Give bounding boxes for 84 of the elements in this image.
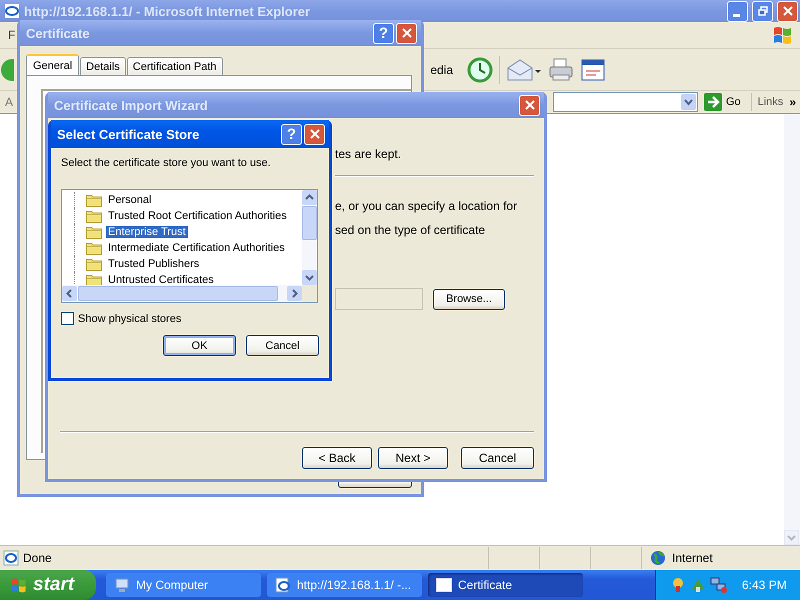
folder-icon xyxy=(86,193,102,207)
zone-label: Internet xyxy=(672,551,713,565)
history-icon[interactable] xyxy=(467,56,493,82)
description-text: tes are kept. xyxy=(335,147,402,161)
folder-icon xyxy=(86,241,102,255)
wizard-button[interactable]: Cancel xyxy=(461,447,534,469)
taskbar-button[interactable]: http://192.168.1.1/ -... xyxy=(267,573,422,597)
windows-logo-icon xyxy=(772,25,794,45)
browser-icon xyxy=(275,577,291,593)
horizontal-scrollbar[interactable] xyxy=(62,285,302,302)
window-title: http://192.168.1.1/ - Microsoft Internet Explorer xyxy=(24,4,310,18)
scrollbar[interactable] xyxy=(784,114,800,545)
window-icon xyxy=(436,578,452,592)
checkbox[interactable] xyxy=(61,312,74,325)
close-button[interactable] xyxy=(304,124,325,144)
dialog-button[interactable]: OK xyxy=(163,335,236,356)
browser-icon xyxy=(4,3,20,19)
close-icon xyxy=(524,100,534,110)
tray-icon[interactable] xyxy=(690,577,706,593)
help-button[interactable]: ? xyxy=(281,124,302,144)
dialog-button[interactable]: Cancel xyxy=(246,335,319,356)
close-icon xyxy=(402,28,412,38)
window-title: Certificate Import Wizard xyxy=(54,98,208,112)
tray-icon[interactable] xyxy=(670,577,686,593)
chevron-button[interactable]: » xyxy=(789,95,796,109)
minimize-icon xyxy=(732,14,740,16)
taskbar-button[interactable]: Certificate xyxy=(428,573,583,597)
wizard-button[interactable]: < Back xyxy=(302,447,372,469)
instruction-text: Select the certificate store you want to use. xyxy=(61,157,272,169)
window-title: Certificate xyxy=(26,26,90,40)
clock: 6:43 PM xyxy=(742,578,787,592)
start-button[interactable]: start xyxy=(0,570,96,600)
tree-item[interactable]: Trusted Publishers xyxy=(106,258,202,270)
status-text: Done xyxy=(23,551,52,565)
folder-icon xyxy=(86,257,102,271)
tree-item[interactable]: Enterprise Trust xyxy=(106,226,188,238)
taskbar-button[interactable]: My Computer xyxy=(106,573,261,597)
back-arrow-icon[interactable] xyxy=(0,58,14,82)
page-icon xyxy=(3,550,19,566)
address-field[interactable] xyxy=(552,92,698,112)
folder-icon xyxy=(86,273,102,285)
tree-item[interactable]: Intermediate Certification Authorities xyxy=(106,242,287,254)
scroll-thumb[interactable] xyxy=(302,206,317,240)
restore-button[interactable] xyxy=(752,0,773,22)
scroll-thumb[interactable] xyxy=(78,286,278,301)
tree-item[interactable]: Personal xyxy=(106,194,154,206)
browse-button[interactable]: Browse... xyxy=(433,288,505,310)
tab[interactable]: Certification Path xyxy=(126,57,223,75)
vertical-scrollbar[interactable] xyxy=(302,190,317,285)
windows-logo-icon xyxy=(10,576,28,594)
option-text: e, or you can specify a location for xyxy=(335,199,518,213)
tree-item[interactable]: Untrusted Certificates xyxy=(106,274,216,285)
toolbar-label[interactable]: edia xyxy=(430,62,453,76)
mail-icon[interactable] xyxy=(506,58,542,82)
network-icon[interactable] xyxy=(710,577,728,593)
close-button[interactable] xyxy=(777,0,798,22)
wizard-button[interactable]: Next > xyxy=(378,447,448,469)
computer-icon xyxy=(114,577,130,593)
tab[interactable]: Details xyxy=(80,57,126,75)
menu-item[interactable]: F xyxy=(8,28,16,42)
option-text: sed on the type of certificate xyxy=(335,223,486,237)
store-field[interactable] xyxy=(335,288,423,310)
scrollbar-corner xyxy=(302,285,317,302)
folder-icon xyxy=(86,225,102,239)
go-button[interactable]: Go xyxy=(704,93,752,111)
checkbox-label: Show physical stores xyxy=(78,312,182,324)
scroll-up-icon[interactable] xyxy=(302,190,317,205)
minimize-button[interactable] xyxy=(727,0,748,22)
close-icon xyxy=(310,129,320,139)
close-icon xyxy=(782,6,792,16)
edit-icon[interactable] xyxy=(580,58,606,82)
scroll-left-icon[interactable] xyxy=(62,286,77,301)
tree-item[interactable]: Trusted Root Certification Authorities xyxy=(106,210,289,222)
tab[interactable]: General xyxy=(26,54,80,75)
address-label: A xyxy=(5,95,14,109)
globe-icon xyxy=(650,550,666,566)
links-label[interactable]: Links xyxy=(758,96,784,108)
go-arrow-icon xyxy=(704,93,722,111)
restore-icon xyxy=(758,6,768,16)
scroll-down-icon[interactable] xyxy=(302,270,317,285)
scroll-right-icon[interactable] xyxy=(287,286,302,301)
window-title: Select Certificate Store xyxy=(57,126,200,142)
printer-icon[interactable] xyxy=(548,58,574,82)
folder-icon xyxy=(86,209,102,223)
